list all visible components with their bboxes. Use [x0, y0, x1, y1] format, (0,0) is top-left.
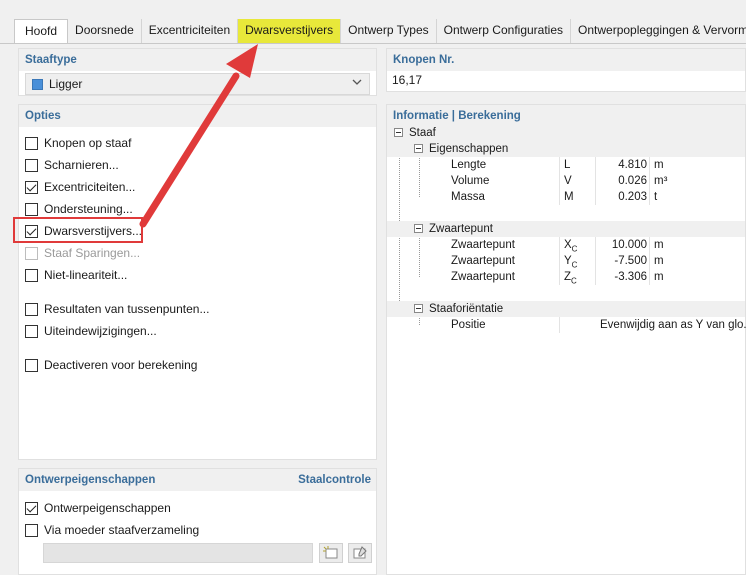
tab-excentriciteiten[interactable]: Excentriciteiten: [142, 19, 239, 43]
tree-group-staaforientatie[interactable]: Staaforiëntatie: [387, 301, 745, 317]
staaftype-header: Staaftype: [19, 49, 376, 71]
tab-divider: [0, 43, 746, 44]
checkbox[interactable]: [25, 158, 38, 172]
tab-ontwerp-types[interactable]: Ontwerp Types: [341, 19, 437, 43]
edit-set-icon[interactable]: [348, 543, 372, 563]
option-uiteindewijzigingen[interactable]: Uiteindewijzigingen...: [25, 322, 157, 340]
knopen-panel: Knopen Nr. 16,17: [386, 48, 746, 92]
staafverzameling-input[interactable]: [43, 543, 313, 563]
staaftype-value: Ligger: [49, 77, 83, 91]
checkbox[interactable]: [25, 523, 38, 537]
option-scharnieren[interactable]: Scharnieren...: [25, 156, 119, 174]
table-row: Volume V 0.026 m³: [387, 173, 745, 189]
checkbox-checked[interactable]: [25, 224, 38, 238]
collapse-icon[interactable]: [394, 128, 403, 137]
tree-group-zwaartepunt[interactable]: Zwaartepunt: [387, 221, 745, 237]
table-row: Massa M 0.203 t: [387, 189, 745, 205]
checkbox-checked[interactable]: [25, 501, 38, 515]
ontwerp-title: Ontwerpeigenschappen: [25, 474, 156, 486]
staaftype-panel: Staaftype Ligger: [18, 48, 377, 96]
option-dwarsverstijvers[interactable]: Dwarsverstijvers...: [25, 222, 142, 240]
option-via-moeder[interactable]: Via moeder staafverzameling: [25, 521, 199, 539]
tab-hoofd[interactable]: Hoofd: [14, 19, 69, 43]
tab-bar: Hoofd Doorsnede Excentriciteiten Dwarsve…: [0, 0, 746, 44]
info-panel: Informatie | Berekening Staaf Eigenschap…: [386, 104, 746, 575]
checkbox[interactable]: [25, 302, 38, 316]
option-knopen-op-staaf[interactable]: Knopen op staaf: [25, 134, 131, 152]
tree-root-staaf[interactable]: Staaf: [387, 125, 745, 141]
option-excentriciteiten[interactable]: Excentriciteiten...: [25, 178, 135, 196]
opties-panel: Opties Knopen op staaf Scharnieren... Ex…: [18, 104, 377, 460]
tab-ontwerp-configuraties[interactable]: Ontwerp Configuraties: [437, 19, 572, 43]
option-staaf-sparingen: Staaf Sparingen...: [25, 244, 140, 262]
knopen-value: 16,17: [392, 73, 423, 87]
option-ontwerpeigenschappen[interactable]: Ontwerpeigenschappen: [25, 499, 171, 517]
ontwerp-panel: Ontwerpeigenschappen Staalcontrole Ontwe…: [18, 468, 377, 575]
staaftype-select[interactable]: Ligger: [25, 73, 370, 95]
opties-header: Opties: [19, 105, 376, 127]
checkbox-checked[interactable]: [25, 180, 38, 194]
checkbox[interactable]: [25, 202, 38, 216]
option-deactiveren[interactable]: Deactiveren voor berekening: [25, 356, 197, 374]
checkbox-disabled: [25, 246, 38, 260]
tab-ontwerpopleggingen[interactable]: Ontwerpopleggingen & Vervormi: [571, 19, 746, 43]
table-row: Zwaartepunt ZC -3.306 m: [387, 269, 745, 285]
checkbox[interactable]: [25, 268, 38, 282]
option-resultaten-tussenpunten[interactable]: Resultaten van tussenpunten...: [25, 300, 209, 318]
collapse-icon[interactable]: [414, 224, 423, 233]
checkbox[interactable]: [25, 324, 38, 338]
tab-doorsnede[interactable]: Doorsnede: [68, 19, 142, 43]
table-row: Lengte L 4.810 m: [387, 157, 745, 173]
staalcontrole-link[interactable]: Staalcontrole: [298, 469, 371, 491]
new-set-icon[interactable]: [319, 543, 343, 563]
table-row: Zwaartepunt YC -7.500 m: [387, 253, 745, 269]
tabs: Hoofd Doorsnede Excentriciteiten Dwarsve…: [14, 19, 746, 43]
table-row: Positie Evenwijdig aan as Y van glo...: [387, 317, 746, 333]
option-ondersteuning[interactable]: Ondersteuning...: [25, 200, 133, 218]
table-row: Zwaartepunt XC 10.000 m: [387, 237, 745, 253]
ligger-color-swatch: [32, 78, 43, 90]
collapse-icon[interactable]: [414, 304, 423, 313]
checkbox[interactable]: [25, 358, 38, 372]
info-header: Informatie | Berekening: [387, 105, 745, 127]
collapse-icon[interactable]: [414, 144, 423, 153]
tab-dwarsverstijvers[interactable]: Dwarsverstijvers: [238, 19, 342, 43]
knopen-header: Knopen Nr.: [387, 49, 745, 71]
chevron-down-icon: [352, 79, 362, 85]
option-niet-lineariteit[interactable]: Niet-lineariteit...: [25, 266, 127, 284]
ontwerp-header: Ontwerpeigenschappen Staalcontrole: [19, 469, 376, 491]
checkbox[interactable]: [25, 136, 38, 150]
tree-group-eigenschappen[interactable]: Eigenschappen: [387, 141, 745, 157]
